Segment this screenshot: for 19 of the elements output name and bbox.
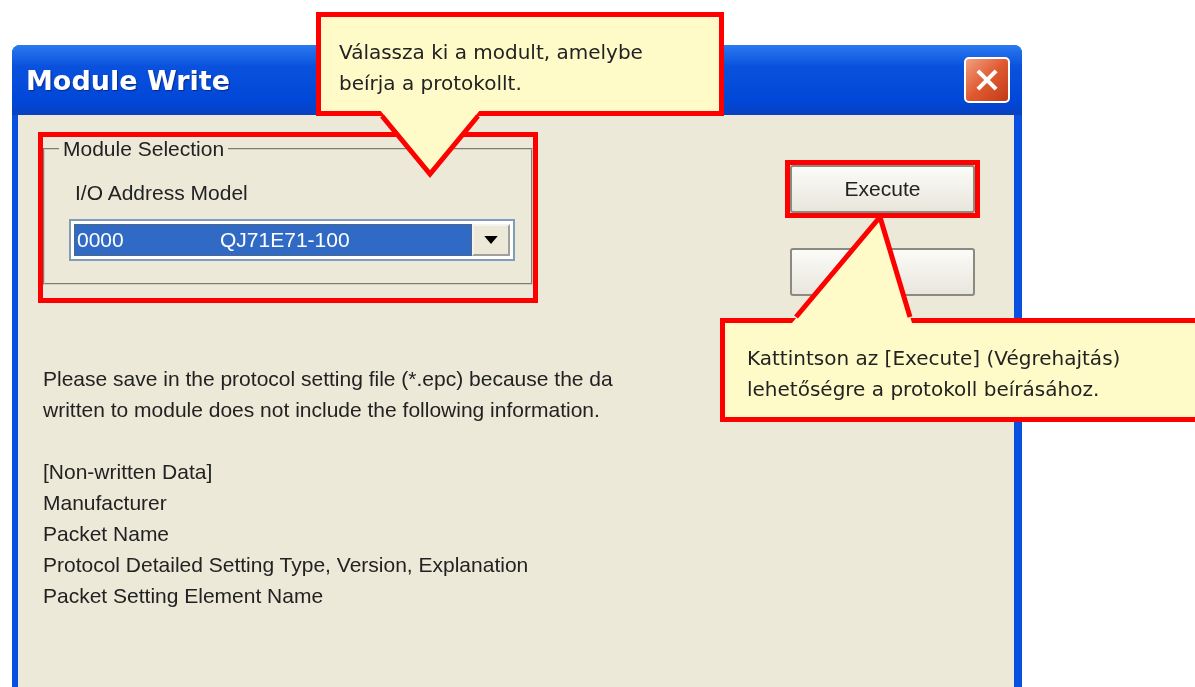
close-button[interactable]: [964, 57, 1010, 103]
list-item: Protocol Detailed Setting Type, Version, Explanation: [43, 552, 529, 578]
module-dropdown[interactable]: 0000 QJ71E71-100: [69, 219, 515, 261]
callout-text: Válassza ki a modult, amelybe beírja a protokollt.: [339, 39, 643, 97]
window-title: Module Write: [26, 64, 231, 96]
dropdown-arrow-icon: [484, 235, 498, 245]
group-legend: Module Selection: [59, 137, 229, 161]
dropdown-button[interactable]: [472, 224, 510, 256]
model-value: QJ71E71-100: [220, 228, 350, 252]
list-item: Packet Setting Element Name: [43, 583, 325, 609]
list-item: Manufacturer: [43, 490, 168, 516]
callout-text: Kattintson az [Execute] (Végrehajtás) lehetőségre a protokoll beírásához.: [747, 345, 1121, 403]
execute-button[interactable]: Execute: [790, 165, 975, 213]
notice-text: Please save in the protocol setting file (*.epc) because the da written to module does not include the following information.: [43, 366, 613, 423]
io-address-value: 0000: [77, 228, 125, 252]
list-item: Packet Name: [43, 521, 171, 547]
field-label: I/O Address Model: [75, 181, 249, 205]
close-icon: [974, 67, 1000, 93]
list-heading: [Non-written Data]: [43, 459, 214, 485]
